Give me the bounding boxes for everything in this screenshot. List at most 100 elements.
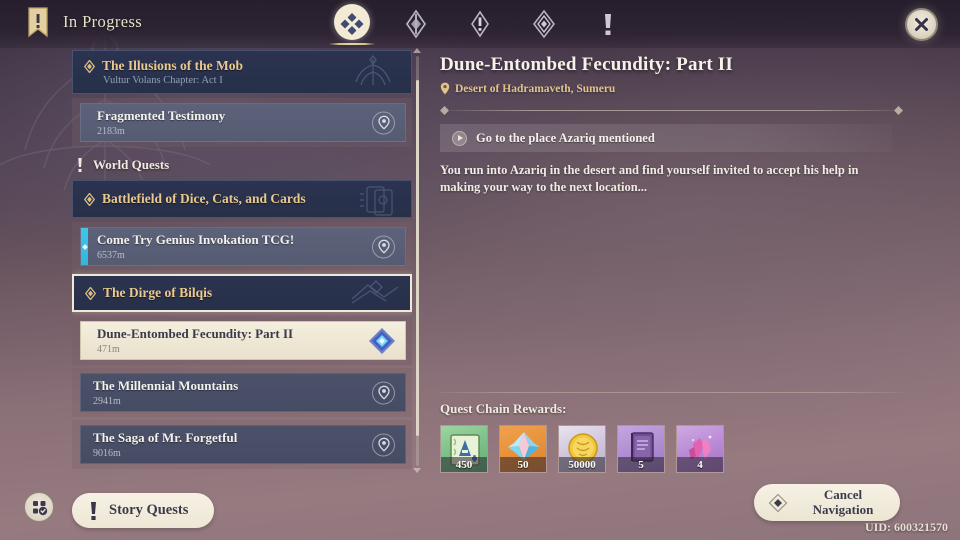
reward-adventure-exp[interactable]: 450 — [440, 425, 488, 473]
quest-row: The Saga of Mr. Forgetful 9016m — [80, 425, 406, 464]
map-pin-icon — [377, 115, 390, 130]
quest-list-scrollbar[interactable] — [416, 56, 419, 466]
quest-item-saga-of-mr-forgetful[interactable]: The Saga of Mr. Forgetful 9016m — [72, 420, 412, 469]
quest-name: Fragmented Testimony — [97, 108, 226, 123]
quest-objective-text: Go to the place Azariq mentioned — [476, 130, 655, 145]
cancel-navigation-label: Cancel Navigation — [796, 488, 900, 516]
quest-chapter-dirge-of-bilqis[interactable]: The Dirge of Bilqis — [72, 274, 412, 312]
quest-distance: 471m — [97, 344, 120, 355]
chapter-diamond-icon — [85, 286, 96, 300]
section-header-world-quests: World Quests — [72, 150, 412, 180]
quest-name: The Millennial Mountains — [93, 378, 239, 393]
reward-hero-wit[interactable]: 5 — [617, 425, 665, 473]
map-pin-icon — [377, 239, 390, 254]
scrollbar-thumb[interactable] — [416, 80, 419, 436]
quest-description: You run into Azariq in the desert and fi… — [440, 163, 859, 194]
tab-world-quests[interactable] — [520, 1, 568, 47]
quest-rewards-section: Quest Chain Rewards: 450 50 50000 5 4 — [440, 392, 910, 473]
diamond-icon — [768, 493, 788, 512]
blue-diamond-reward-icon — [369, 327, 395, 354]
top-bar: In Progress — [0, 0, 960, 48]
section-label: World Quests — [93, 157, 170, 172]
quest-name: The Saga of Mr. Forgetful — [93, 430, 238, 445]
quest-item-fragmented-testimony[interactable]: Fragmented Testimony 2183m — [72, 98, 412, 147]
reward-primogem[interactable]: 50 — [499, 425, 547, 473]
archon-quest-icon — [405, 9, 427, 39]
detail-divider — [440, 106, 903, 115]
quest-row: Dune-Entombed Fecundity: Part II 471m — [80, 321, 406, 360]
quest-distance: 2183m — [97, 126, 125, 137]
page-title-group: In Progress — [26, 6, 142, 38]
quest-objective: Go to the place Azariq mentioned — [440, 124, 892, 152]
quest-detail-title: Dune-Entombed Fecundity: Part II — [440, 54, 733, 75]
reward-quantity: 450 — [441, 457, 487, 472]
quest-name: Come Try Genius Invokation TCG! — [97, 232, 295, 247]
divider-line — [450, 110, 893, 111]
reward-item-list: 450 50 50000 5 4 — [440, 425, 910, 473]
chapter-subtitle: Vultur Volans Chapter: Act I — [103, 75, 223, 86]
reward-mora[interactable]: 50000 — [558, 425, 606, 473]
quest-item-dune-entombed-fecundity-part-2[interactable]: Dune-Entombed Fecundity: Part II 471m — [72, 316, 412, 365]
reward-quantity: 50 — [500, 457, 546, 472]
quest-item-millennial-mountains[interactable]: The Millennial Mountains 2941m — [72, 368, 412, 417]
close-icon — [915, 18, 928, 31]
story-quests-button[interactable]: Story Quests — [72, 493, 215, 528]
quest-chapter-illusions-of-the-mob[interactable]: The Illusions of the Mob Vultur Volans C… — [72, 50, 412, 94]
navigate-pin-button[interactable] — [372, 111, 395, 134]
quest-row: The Millennial Mountains 2941m — [80, 373, 406, 412]
close-button[interactable] — [905, 8, 938, 41]
chapter-title-row: The Dirge of Bilqis — [85, 285, 398, 301]
quest-menu-screen: In Progress The Illusions of the Mob Vul… — [0, 0, 960, 540]
exclamation-icon — [78, 158, 82, 172]
quest-type-tabs — [328, 0, 632, 48]
navigate-pin-button[interactable] — [372, 433, 395, 456]
divider-diamond-left — [440, 106, 449, 115]
chapter-title: The Dirge of Bilqis — [103, 285, 213, 300]
chapter-diamond-icon — [84, 192, 95, 206]
exclamation-icon — [91, 501, 96, 520]
scroll-up-arrow-icon[interactable] — [413, 48, 421, 53]
quest-detail-panel: Dune-Entombed Fecundity: Part II Desert … — [440, 54, 920, 474]
four-diamonds-icon — [340, 13, 364, 35]
quest-location: Desert of Hadramaveth, Sumeru — [440, 82, 920, 95]
story-quest-icon — [471, 10, 489, 38]
reward-quantity: 4 — [677, 457, 723, 472]
tab-story-quests[interactable] — [456, 1, 504, 47]
reward-quantity: 5 — [618, 457, 664, 472]
quest-distance: 9016m — [93, 448, 121, 459]
cancel-label-line-2: Navigation — [812, 501, 874, 517]
quest-item-genius-invokation-tcg[interactable]: Come Try Genius Invokation TCG! 6537m — [72, 222, 412, 271]
exclamation-icon — [605, 14, 611, 35]
story-quests-label: Story Quests — [109, 502, 189, 518]
quest-distance: 2941m — [93, 396, 121, 407]
tab-underline — [329, 42, 375, 45]
reward-quantity: 50000 — [559, 457, 605, 472]
uid-label: UID: 600321570 — [865, 520, 948, 534]
navigate-pin-button[interactable] — [372, 381, 395, 404]
rewards-label: Quest Chain Rewards: — [440, 401, 567, 416]
quest-filter-button[interactable] — [24, 492, 54, 522]
reward-mystic-ore[interactable]: 4 — [676, 425, 724, 473]
tab-archon-quests[interactable] — [392, 1, 440, 47]
quest-row: Fragmented Testimony 2183m — [80, 103, 406, 142]
scroll-down-arrow-icon[interactable] — [413, 468, 421, 473]
chapter-title: Battlefield of Dice, Cats, and Cards — [102, 191, 306, 206]
world-quest-icon — [532, 9, 556, 39]
quest-list[interactable]: The Illusions of the Mob Vultur Volans C… — [72, 50, 412, 470]
cancel-navigation-button[interactable]: Cancel Navigation — [754, 484, 900, 521]
tab-commissions[interactable] — [584, 1, 632, 47]
quest-location-text: Desert of Hadramaveth, Sumeru — [455, 82, 616, 95]
chapter-title: The Illusions of the Mob — [102, 58, 244, 73]
quest-distance: 6537m — [97, 250, 125, 261]
bottom-bar: Story Quests Cancel Navigation UID: 6003… — [0, 478, 960, 540]
quest-chapter-battlefield-of-dice[interactable]: Battlefield of Dice, Cats, and Cards — [72, 180, 412, 218]
cancel-label-line-1: Cancel — [823, 487, 863, 503]
tracked-quest-indicator — [81, 228, 88, 265]
map-pin-icon — [377, 385, 390, 400]
play-arrow-icon — [452, 130, 467, 146]
rewards-divider — [440, 392, 903, 393]
page-title: In Progress — [63, 12, 143, 31]
navigate-pin-button[interactable] — [372, 235, 395, 258]
map-pin-icon — [440, 82, 450, 95]
tab-all-quests[interactable] — [328, 1, 376, 47]
